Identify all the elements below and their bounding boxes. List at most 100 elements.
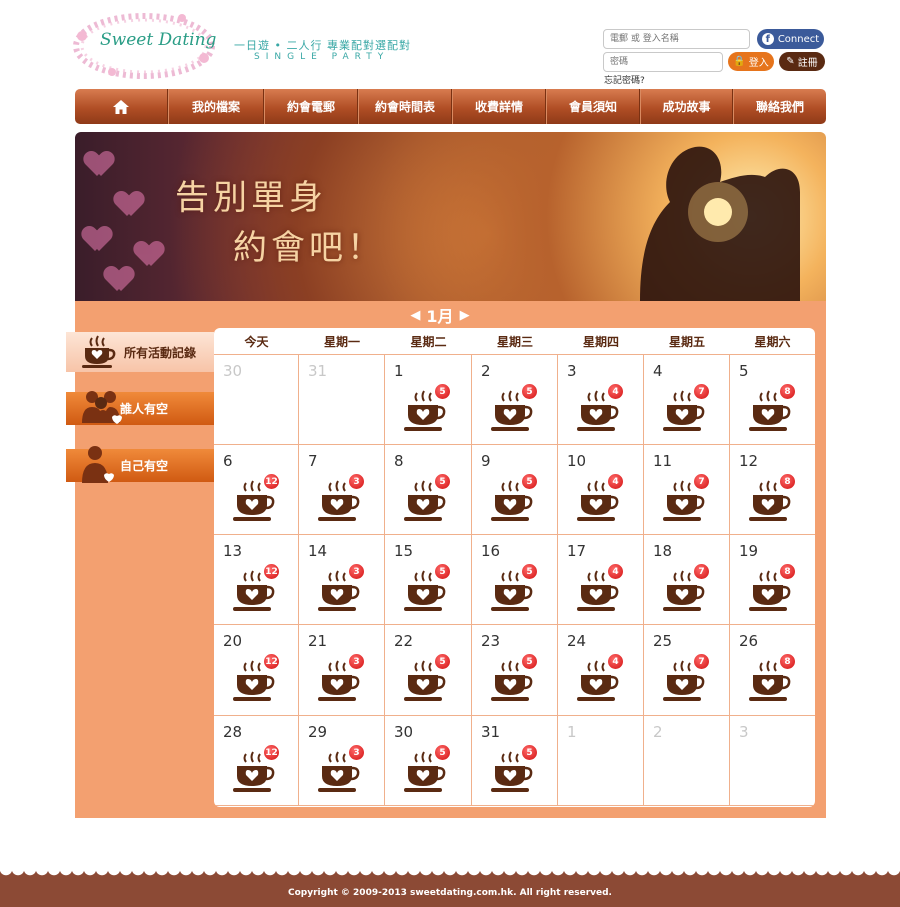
day-number: 17 [567, 542, 587, 560]
calendar-day-cell[interactable]: 29 3 [299, 716, 385, 806]
nav-contact-us[interactable]: 聯絡我們 [733, 89, 826, 124]
calendar-day-cell[interactable]: 6 12 [214, 445, 299, 535]
event-count-badge: 4 [607, 563, 624, 580]
month-label: 1月 [426, 307, 454, 326]
page: Sweet Dating 一日遊 • 二人行 專業配對選配對 SINGLE PA… [0, 0, 900, 907]
day-number: 9 [481, 452, 491, 470]
couple-silhouette [640, 146, 800, 301]
forgot-password-link[interactable]: 忘記密碼? [604, 73, 645, 86]
event-count-badge: 5 [434, 383, 451, 400]
day-number: 23 [481, 632, 501, 650]
day-number: 24 [567, 632, 587, 650]
calendar-day-cell[interactable]: 26 8 [730, 625, 815, 716]
heart-decoration [115, 192, 143, 218]
password-field[interactable] [603, 52, 723, 72]
footer-copyright: Copyright © 2009-2013 sweetdating.com.hk… [0, 879, 900, 907]
calendar-day-cell[interactable]: 16 5 [472, 535, 558, 625]
calendar-day-cell[interactable]: 85 [385, 445, 472, 535]
day-number: 1 [567, 723, 577, 741]
calendar-day-cell: 30 [214, 355, 299, 445]
event-count-badge: 3 [348, 744, 365, 761]
day-number: 5 [739, 362, 749, 380]
banner-headline-1: 告別單身 [175, 178, 327, 218]
nav-home[interactable] [75, 89, 168, 124]
event-count-badge: 4 [607, 383, 624, 400]
event-count-badge: 4 [607, 653, 624, 670]
day-number: 14 [308, 542, 328, 560]
next-month-icon[interactable]: ▶ [460, 308, 470, 323]
event-count-badge: 5 [434, 563, 451, 580]
day-number: 25 [653, 632, 673, 650]
tab-who-is-free[interactable]: 誰人有空 [66, 391, 214, 425]
calendar-day-cell[interactable]: 28 12 [214, 716, 299, 806]
prev-month-icon[interactable]: ◀ [410, 308, 420, 323]
calendar-day-cell[interactable]: 25 [472, 355, 558, 445]
event-count-badge: 3 [348, 653, 365, 670]
heart-decoration [85, 152, 113, 178]
calendar-day-cell[interactable]: 19 8 [730, 535, 815, 625]
calendar-day-cell[interactable]: 31 5 [472, 716, 558, 806]
facebook-connect-label: Connect [777, 33, 820, 45]
day-number: 7 [308, 452, 318, 470]
nav-member-notes[interactable]: 會員須知 [546, 89, 640, 124]
nav-dating-schedule[interactable]: 約會時間表 [358, 89, 452, 124]
day-number: 30 [223, 362, 243, 380]
main-nav: 我的檔案 約會電郵 約會時間表 收費詳情 會員須知 成功故事 聯絡我們 [75, 89, 826, 124]
event-count-badge: 8 [779, 653, 796, 670]
event-count-badge: 5 [521, 653, 538, 670]
nav-success-stories[interactable]: 成功故事 [640, 89, 733, 124]
event-count-badge: 12 [263, 473, 280, 490]
calendar-day-cell[interactable]: 73 [299, 445, 385, 535]
calendar-day-cell[interactable]: 12 8 [730, 445, 815, 535]
calendar-day-cell[interactable]: 10 4 [558, 445, 644, 535]
calendar-day-cell[interactable]: 14 3 [299, 535, 385, 625]
event-count-badge: 12 [263, 744, 280, 761]
calendar-day-cell: 2 [644, 716, 730, 806]
calendar-day-cell[interactable]: 13 12 [214, 535, 299, 625]
calendar-day-cell[interactable]: 15 [385, 355, 472, 445]
email-field[interactable] [603, 29, 750, 49]
day-number: 31 [308, 362, 328, 380]
calendar-day-cell[interactable]: 21 3 [299, 625, 385, 716]
calendar-day-cell[interactable]: 20 12 [214, 625, 299, 716]
event-count-badge: 3 [348, 563, 365, 580]
day-number: 11 [653, 452, 673, 470]
calendar-day-cell: 31 [299, 355, 385, 445]
calendar-day-cell[interactable]: 15 5 [385, 535, 472, 625]
register-label: 註冊 [797, 58, 818, 69]
calendar-day-cell[interactable]: 47 [644, 355, 730, 445]
weekday-label: 星期一 [323, 334, 360, 349]
login-label: 登入 [748, 58, 769, 69]
facebook-connect-button[interactable]: f Connect [757, 29, 824, 49]
day-number: 13 [223, 542, 243, 560]
calendar-day-cell[interactable]: 24 4 [558, 625, 644, 716]
calendar-day-cell[interactable]: 23 5 [472, 625, 558, 716]
calendar-day-cell[interactable]: 22 5 [385, 625, 472, 716]
event-count-badge: 7 [693, 563, 710, 580]
nav-dating-mail[interactable]: 約會電郵 [264, 89, 358, 124]
pencil-icon: ✎ [786, 56, 795, 67]
calendar-day-cell[interactable]: 25 7 [644, 625, 730, 716]
day-number: 6 [223, 452, 233, 470]
calendar-day-cell[interactable]: 95 [472, 445, 558, 535]
calendar-day-cell[interactable]: 11 7 [644, 445, 730, 535]
nav-my-profile[interactable]: 我的檔案 [168, 89, 264, 124]
event-count-badge: 3 [348, 473, 365, 490]
tab-self-free[interactable]: 自己有空 [66, 446, 214, 483]
site-logo[interactable]: Sweet Dating [72, 8, 222, 82]
weekday-label: 星期二 [410, 334, 447, 349]
calendar-day-cell[interactable]: 58 [730, 355, 815, 445]
day-number: 10 [567, 452, 587, 470]
register-button[interactable]: ✎ 註冊 [779, 52, 825, 71]
tab-all-activities[interactable]: 所有活動記錄 [66, 332, 224, 372]
event-count-badge: 7 [693, 653, 710, 670]
nav-fees[interactable]: 收費詳情 [452, 89, 546, 124]
calendar-day-cell[interactable]: 34 [558, 355, 644, 445]
calendar-day-cell[interactable]: 30 5 [385, 716, 472, 806]
login-button[interactable]: 🔒 登入 [728, 52, 774, 71]
calendar-day-cell[interactable]: 18 7 [644, 535, 730, 625]
calendar-day-cell[interactable]: 17 4 [558, 535, 644, 625]
event-count-badge: 5 [521, 383, 538, 400]
event-count-badge: 5 [521, 744, 538, 761]
event-count-badge: 4 [607, 473, 624, 490]
